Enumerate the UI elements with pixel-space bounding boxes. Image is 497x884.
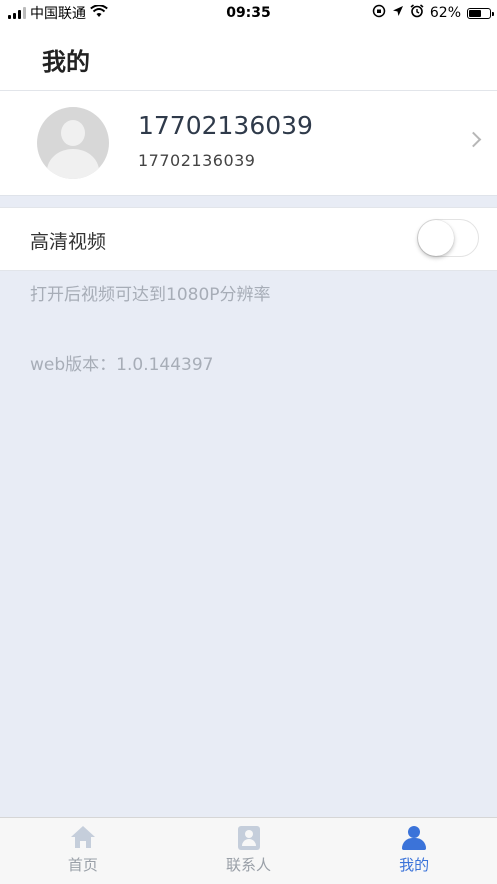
signal-icon [8,7,26,19]
hd-video-toggle[interactable] [417,219,479,257]
hd-video-row: 高清视频 [0,207,497,271]
page-header: 我的 [0,26,497,91]
battery-percent: 62% [429,5,461,21]
hd-video-label: 高清视频 [30,231,107,253]
rotation-lock-icon [372,4,386,22]
chevron-right-icon [465,131,482,148]
wifi-icon [90,3,108,22]
battery-icon [467,7,494,19]
tab-home[interactable]: 首页 [0,818,166,884]
battery-fill [469,9,482,17]
user-icon [401,826,427,850]
carrier-name: 中国联通 [30,6,86,22]
home-icon [70,826,96,850]
hd-video-hint: 打开后视频可达到1080P分辨率 [30,285,271,305]
tab-label: 首页 [67,856,98,874]
profile-card[interactable]: 17702136039 17702136039 [0,91,497,196]
tab-contacts[interactable]: 联系人 [166,818,332,884]
contacts-icon [236,826,262,850]
toggle-knob [418,220,454,256]
tab-me[interactable]: 我的 [331,818,497,884]
location-icon [392,5,404,21]
tab-bar: 首页 联系人 我的 [0,817,497,884]
alarm-icon [410,4,424,22]
web-version: web版本：1.0.144397 [30,355,214,375]
status-bar: 中国联通 09:35 62% [0,0,497,26]
profile-account: 17702136039 [138,151,256,170]
tab-label: 我的 [399,856,430,874]
profile-name: 17702136039 [138,111,313,140]
default-avatar-icon [37,107,109,179]
page-title: 我的 [42,48,90,76]
tab-label: 联系人 [226,856,272,874]
